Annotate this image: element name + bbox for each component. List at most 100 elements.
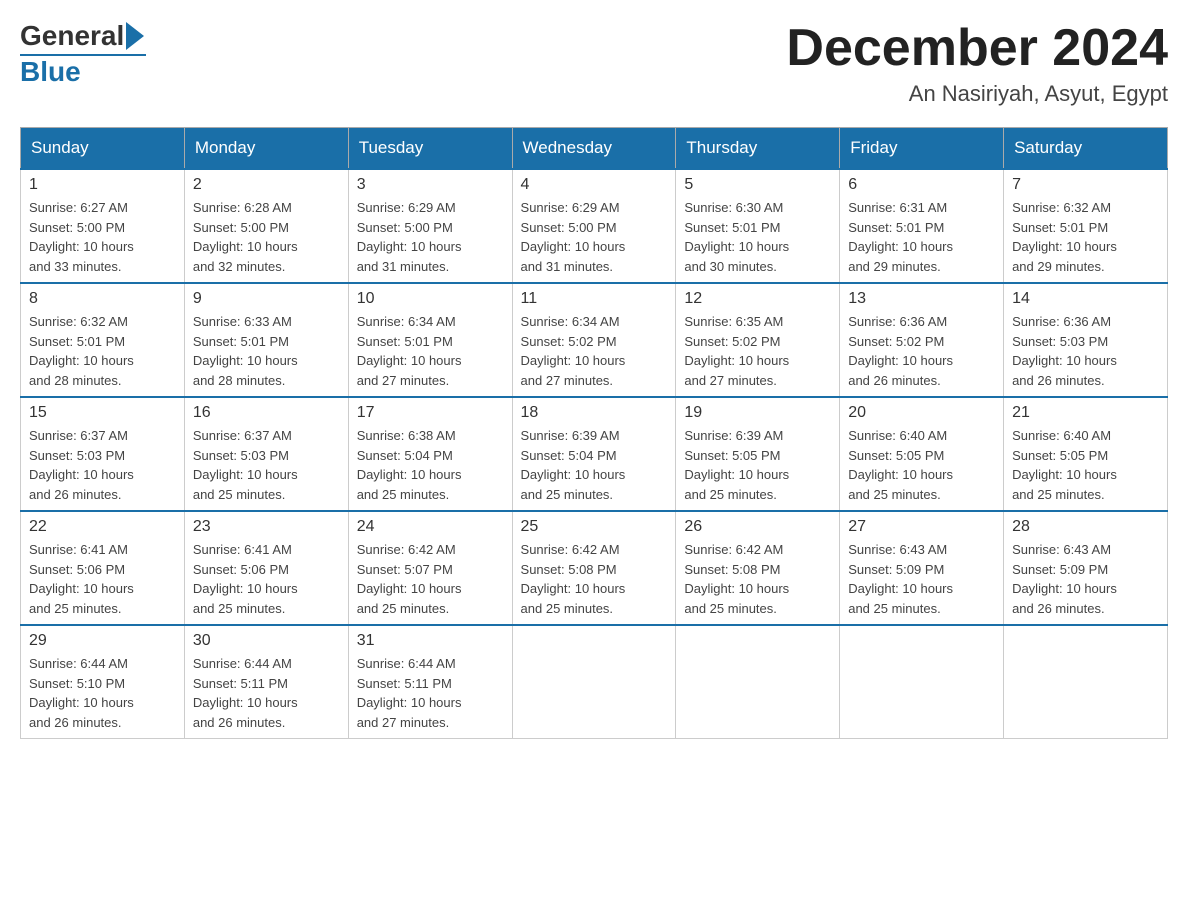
sunrise-text: Sunrise: 6:30 AM: [684, 200, 783, 215]
sunrise-text: Sunrise: 6:44 AM: [193, 656, 292, 671]
sunrise-text: Sunrise: 6:41 AM: [29, 542, 128, 557]
calendar-cell: 21Sunrise: 6:40 AMSunset: 5:05 PMDayligh…: [1004, 397, 1168, 511]
daylight-text: Daylight: 10 hours: [193, 695, 298, 710]
calendar-week-row-1: 1Sunrise: 6:27 AMSunset: 5:00 PMDaylight…: [21, 169, 1168, 283]
daylight-text: Daylight: 10 hours: [357, 695, 462, 710]
sunrise-text: Sunrise: 6:32 AM: [1012, 200, 1111, 215]
day-info: Sunrise: 6:35 AMSunset: 5:02 PMDaylight:…: [684, 312, 831, 390]
day-number: 3: [357, 176, 504, 194]
day-number: 22: [29, 518, 176, 536]
day-info: Sunrise: 6:40 AMSunset: 5:05 PMDaylight:…: [848, 426, 995, 504]
day-number: 12: [684, 290, 831, 308]
day-info: Sunrise: 6:42 AMSunset: 5:07 PMDaylight:…: [357, 540, 504, 618]
daylight-text: Daylight: 10 hours: [684, 239, 789, 254]
daylight-text: Daylight: 10 hours: [29, 353, 134, 368]
sunset-text: Sunset: 5:01 PM: [29, 334, 125, 349]
sunset-text: Sunset: 5:11 PM: [357, 676, 452, 691]
daylight-text: Daylight: 10 hours: [1012, 239, 1117, 254]
daylight-text: Daylight: 10 hours: [357, 239, 462, 254]
daylight-text: Daylight: 10 hours: [848, 467, 953, 482]
calendar-header-thursday: Thursday: [676, 128, 840, 170]
day-info: Sunrise: 6:39 AMSunset: 5:04 PMDaylight:…: [521, 426, 668, 504]
sunset-text: Sunset: 5:01 PM: [357, 334, 453, 349]
sunset-text: Sunset: 5:02 PM: [848, 334, 944, 349]
calendar-cell: 24 Sunrise: 6:42 AMSunset: 5:07 PMDayligh…: [348, 511, 512, 625]
sunset-text: Sunset: 5:05 PM: [684, 448, 780, 463]
sunrise-text: Sunrise: 6:36 AM: [848, 314, 947, 329]
sunset-text: Sunset: 5:05 PM: [848, 448, 944, 463]
daylight-text: Daylight: 10 hours: [1012, 581, 1117, 596]
day-number: 10: [357, 290, 504, 308]
daylight-minutes-text: and 26 minutes.: [29, 487, 122, 502]
day-info: Sunrise: 6:31 AMSunset: 5:01 PMDaylight:…: [848, 198, 995, 276]
sunset-text: Sunset: 5:02 PM: [684, 334, 780, 349]
logo-arrow-icon: [126, 22, 144, 50]
daylight-text: Daylight: 10 hours: [848, 353, 953, 368]
day-info: Sunrise: 6:39 AMSunset: 5:05 PMDaylight:…: [684, 426, 831, 504]
calendar-cell: 15Sunrise: 6:37 AMSunset: 5:03 PMDayligh…: [21, 397, 185, 511]
calendar-cell: 1Sunrise: 6:27 AMSunset: 5:00 PMDaylight…: [21, 169, 185, 283]
day-number: 8: [29, 290, 176, 308]
calendar-cell: 28Sunrise: 6:43 AMSunset: 5:09 PMDayligh…: [1004, 511, 1168, 625]
day-number: 6: [848, 176, 995, 194]
sunset-text: Sunset: 5:03 PM: [1012, 334, 1108, 349]
daylight-minutes-text: and 25 minutes.: [357, 487, 450, 502]
sunrise-text: Sunrise: 6:43 AM: [1012, 542, 1111, 557]
daylight-minutes-text: and 30 minutes.: [684, 259, 777, 274]
sunrise-text: Sunrise: 6:29 AM: [357, 200, 456, 215]
calendar-cell: 9Sunrise: 6:33 AMSunset: 5:01 PMDaylight…: [184, 283, 348, 397]
sunrise-text: Sunrise: 6:40 AM: [1012, 428, 1111, 443]
sunset-text: Sunset: 5:01 PM: [848, 220, 944, 235]
calendar-week-row-4: 22Sunrise: 6:41 AMSunset: 5:06 PMDayligh…: [21, 511, 1168, 625]
calendar-week-row-2: 8Sunrise: 6:32 AMSunset: 5:01 PMDaylight…: [21, 283, 1168, 397]
calendar-header-row: SundayMondayTuesdayWednesdayThursdayFrid…: [21, 128, 1168, 170]
sunset-text: Sunset: 5:07 PM: [357, 562, 453, 577]
day-number: 4: [521, 176, 668, 194]
day-number: 24: [357, 518, 504, 536]
daylight-minutes-text: and 31 minutes.: [357, 259, 450, 274]
calendar-table: SundayMondayTuesdayWednesdayThursdayFrid…: [20, 127, 1168, 739]
day-number: 30: [193, 632, 340, 650]
day-number: 15: [29, 404, 176, 422]
calendar-cell: [840, 625, 1004, 739]
sunrise-text: Sunrise: 6:41 AM: [193, 542, 292, 557]
sunset-text: Sunset: 5:09 PM: [848, 562, 944, 577]
sunset-text: Sunset: 5:04 PM: [521, 448, 617, 463]
day-info: Sunrise: 6:34 AMSunset: 5:02 PMDaylight:…: [521, 312, 668, 390]
day-number: 11: [521, 290, 668, 308]
logo-general-text: General: [20, 20, 124, 52]
day-info: Sunrise: 6:40 AMSunset: 5:05 PMDaylight:…: [1012, 426, 1159, 504]
calendar-header-wednesday: Wednesday: [512, 128, 676, 170]
daylight-minutes-text: and 27 minutes.: [521, 373, 614, 388]
calendar-cell: 12Sunrise: 6:35 AMSunset: 5:02 PMDayligh…: [676, 283, 840, 397]
sunset-text: Sunset: 5:09 PM: [1012, 562, 1108, 577]
daylight-minutes-text: and 25 minutes.: [193, 601, 286, 616]
day-info: Sunrise: 6:33 AMSunset: 5:01 PMDaylight:…: [193, 312, 340, 390]
day-info: Sunrise: 6:42 AMSunset: 5:08 PMDaylight:…: [684, 540, 831, 618]
daylight-text: Daylight: 10 hours: [193, 353, 298, 368]
month-title: December 2024: [786, 20, 1168, 77]
sunrise-text: Sunrise: 6:43 AM: [848, 542, 947, 557]
calendar-week-row-5: 29Sunrise: 6:44 AMSunset: 5:10 PMDayligh…: [21, 625, 1168, 739]
daylight-minutes-text: and 31 minutes.: [521, 259, 614, 274]
logo: General Blue: [20, 20, 146, 88]
sunrise-text: Sunrise: 6:35 AM: [684, 314, 783, 329]
calendar-cell: 6Sunrise: 6:31 AMSunset: 5:01 PMDaylight…: [840, 169, 1004, 283]
day-info: Sunrise: 6:30 AMSunset: 5:01 PMDaylight:…: [684, 198, 831, 276]
daylight-text: Daylight: 10 hours: [193, 467, 298, 482]
sunrise-text: Sunrise: 6:31 AM: [848, 200, 947, 215]
daylight-text: Daylight: 10 hours: [521, 581, 626, 596]
sunset-text: Sunset: 5:05 PM: [1012, 448, 1108, 463]
logo-blue-text: Blue: [20, 56, 81, 88]
daylight-minutes-text: and 25 minutes.: [521, 487, 614, 502]
sunset-text: Sunset: 5:11 PM: [193, 676, 288, 691]
location-subtitle: An Nasiriyah, Asyut, Egypt: [786, 81, 1168, 107]
daylight-minutes-text: and 26 minutes.: [193, 715, 286, 730]
daylight-text: Daylight: 10 hours: [521, 353, 626, 368]
calendar-cell: 26Sunrise: 6:42 AMSunset: 5:08 PMDayligh…: [676, 511, 840, 625]
sunrise-text: Sunrise: 6:42 AM: [521, 542, 620, 557]
daylight-minutes-text: and 25 minutes.: [848, 601, 941, 616]
daylight-text: Daylight: 10 hours: [29, 581, 134, 596]
daylight-minutes-text: and 33 minutes.: [29, 259, 122, 274]
day-number: 13: [848, 290, 995, 308]
